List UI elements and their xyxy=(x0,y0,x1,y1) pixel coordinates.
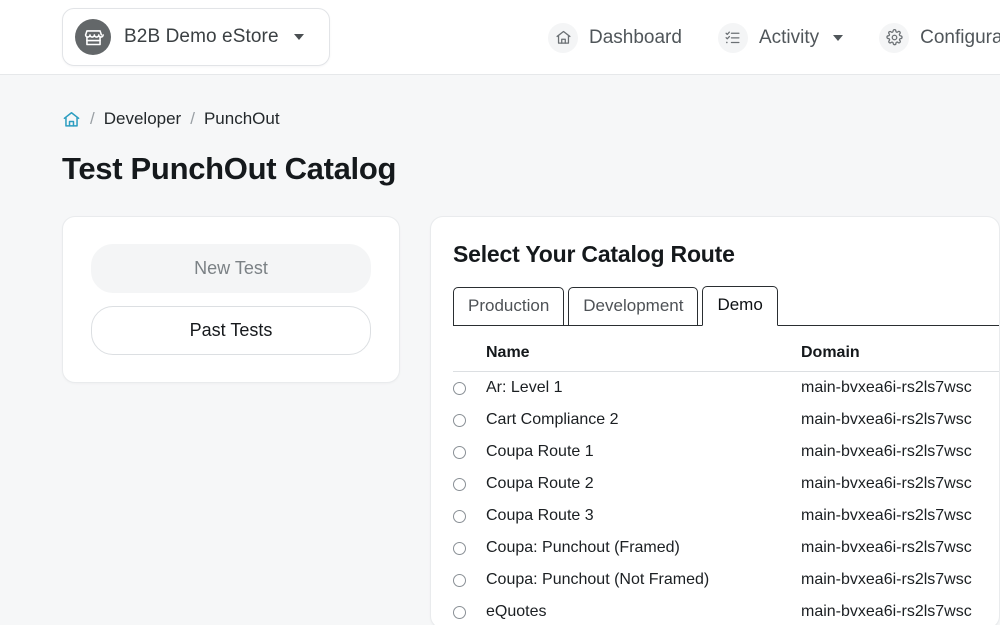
breadcrumb-item-punchout[interactable]: PunchOut xyxy=(204,109,280,129)
nav-item-activity[interactable]: Activity xyxy=(717,22,844,53)
table-row[interactable]: eQuotes main-bvxea6i-rs2ls7wsc xyxy=(453,596,999,625)
page-title: Test PunchOut Catalog xyxy=(62,151,397,186)
catalog-route-tabs: Production Development Demo xyxy=(453,285,999,326)
route-radio-button[interactable] xyxy=(453,445,466,459)
table-row[interactable]: Coupa Route 3 main-bvxea6i-rs2ls7wsc xyxy=(453,500,999,532)
route-domain: main-bvxea6i-rs2ls7wsc xyxy=(801,539,972,556)
route-name: Coupa Route 3 xyxy=(486,507,594,524)
tab-development[interactable]: Development xyxy=(568,287,699,326)
new-test-button[interactable]: New Test xyxy=(91,244,371,293)
row-radio-cell xyxy=(453,381,486,395)
table-header-row: Name Domain xyxy=(453,344,999,372)
store-selector[interactable]: B2B Demo eStore xyxy=(62,8,330,66)
past-tests-button[interactable]: Past Tests xyxy=(91,306,371,355)
top-navigation-bar: B2B Demo eStore Dashboard Activity Confi… xyxy=(0,0,1000,75)
nav-label-activity: Activity xyxy=(758,26,820,48)
tab-demo[interactable]: Demo xyxy=(702,286,778,326)
route-domain: main-bvxea6i-rs2ls7wsc xyxy=(801,379,972,396)
route-domain: main-bvxea6i-rs2ls7wsc xyxy=(801,475,972,492)
row-radio-cell xyxy=(453,541,486,555)
row-radio-cell xyxy=(453,445,486,459)
route-name: Coupa: Punchout (Framed) xyxy=(486,539,680,556)
route-radio-button[interactable] xyxy=(453,573,466,587)
route-radio-button[interactable] xyxy=(453,541,466,555)
route-name: Coupa: Punchout (Not Framed) xyxy=(486,571,710,588)
breadcrumb: / Developer / PunchOut xyxy=(62,109,1000,129)
chevron-down-icon[interactable] xyxy=(293,34,304,40)
nav-item-configuration[interactable]: Configuration xyxy=(879,22,1000,53)
route-radio-button[interactable] xyxy=(453,605,466,619)
catalog-routes-table: Name Domain Ar: Level 1 main-bvxea6i-rs2… xyxy=(453,344,999,625)
route-domain: main-bvxea6i-rs2ls7wsc xyxy=(801,571,972,588)
table-row[interactable]: Coupa: Punchout (Framed) main-bvxea6i-rs… xyxy=(453,532,999,564)
table-header-domain: Domain xyxy=(801,344,860,361)
row-radio-cell xyxy=(453,605,486,619)
content-columns: New Test Past Tests Select Your Catalog … xyxy=(62,216,1000,625)
route-name: Cart Compliance 2 xyxy=(486,411,619,428)
route-domain: main-bvxea6i-rs2ls7wsc xyxy=(801,411,972,428)
table-header-select xyxy=(453,344,486,362)
table-header-name: Name xyxy=(486,344,530,361)
breadcrumb-separator: / xyxy=(190,109,195,128)
row-radio-cell xyxy=(453,509,486,523)
nav-item-dashboard[interactable]: Dashboard xyxy=(548,22,682,53)
chevron-down-icon[interactable] xyxy=(833,34,844,41)
route-domain: main-bvxea6i-rs2ls7wsc xyxy=(801,507,972,524)
row-radio-cell xyxy=(453,573,486,587)
route-name: Coupa Route 1 xyxy=(486,443,594,460)
nav-label-configuration: Configuration xyxy=(920,26,1000,48)
breadcrumb-separator: / xyxy=(90,109,95,128)
breadcrumb-home-icon[interactable] xyxy=(62,110,81,129)
nav-label-dashboard: Dashboard xyxy=(589,26,682,48)
route-radio-button[interactable] xyxy=(453,509,466,523)
checklist-icon xyxy=(717,22,748,53)
table-row[interactable]: Coupa: Punchout (Not Framed) main-bvxea6… xyxy=(453,564,999,596)
main-nav: Dashboard Activity Configura xyxy=(548,0,1000,75)
route-name: Coupa Route 2 xyxy=(486,475,594,492)
route-radio-button[interactable] xyxy=(453,477,466,491)
table-row[interactable]: Ar: Level 1 main-bvxea6i-rs2ls7wsc xyxy=(453,372,999,404)
storefront-icon xyxy=(75,19,111,55)
catalog-route-card: Select Your Catalog Route Production Dev… xyxy=(430,216,1000,625)
route-name: Ar: Level 1 xyxy=(486,379,563,396)
store-name-label: B2B Demo eStore xyxy=(124,26,279,47)
route-radio-button[interactable] xyxy=(453,413,466,427)
table-row[interactable]: Cart Compliance 2 main-bvxea6i-rs2ls7wsc xyxy=(453,404,999,436)
table-row[interactable]: Coupa Route 1 main-bvxea6i-rs2ls7wsc xyxy=(453,436,999,468)
route-radio-button[interactable] xyxy=(453,381,466,395)
tab-production[interactable]: Production xyxy=(453,287,565,326)
gear-icon xyxy=(879,22,910,53)
panel-title: Select Your Catalog Route xyxy=(453,241,735,267)
table-row[interactable]: Coupa Route 2 main-bvxea6i-rs2ls7wsc xyxy=(453,468,999,500)
row-radio-cell xyxy=(453,477,486,491)
route-domain: main-bvxea6i-rs2ls7wsc xyxy=(801,443,972,460)
test-actions-card: New Test Past Tests xyxy=(62,216,400,383)
route-domain: main-bvxea6i-rs2ls7wsc xyxy=(801,603,972,620)
page-body: / Developer / PunchOut Test PunchOut Cat… xyxy=(0,75,1000,625)
home-icon xyxy=(548,22,578,53)
route-name: eQuotes xyxy=(486,603,547,620)
row-radio-cell xyxy=(453,413,486,427)
breadcrumb-item-developer[interactable]: Developer xyxy=(104,109,182,129)
